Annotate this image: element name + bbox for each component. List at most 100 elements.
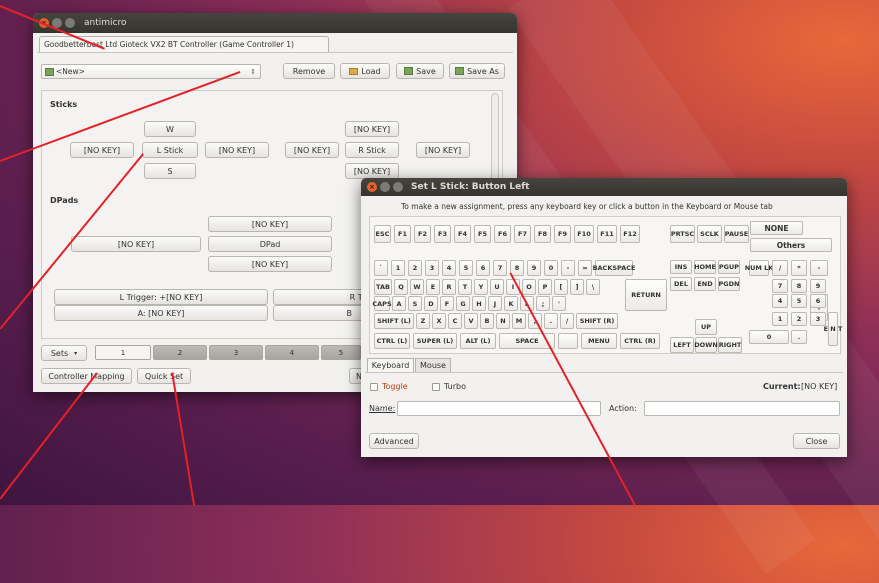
- left-stick-down[interactable]: S: [144, 163, 196, 179]
- key-pause[interactable]: PAUSE: [724, 225, 749, 243]
- numpad-n1[interactable]: 1: [772, 312, 788, 326]
- turbo-checkbox[interactable]: [432, 383, 440, 391]
- key-row3-0[interactable]: TAB: [374, 279, 392, 295]
- save-as-button[interactable]: Save As: [449, 63, 505, 79]
- key-row2-5[interactable]: 5: [459, 260, 473, 276]
- key-ins[interactable]: INS: [670, 260, 692, 274]
- key-row4-11[interactable]: ': [552, 296, 566, 311]
- maximize-icon[interactable]: [65, 18, 75, 28]
- numpad-n7[interactable]: 7: [772, 279, 788, 293]
- a-button[interactable]: A: [NO KEY]: [54, 305, 268, 321]
- key-f7[interactable]: F7: [514, 225, 531, 243]
- key-row2-8[interactable]: 8: [510, 260, 524, 276]
- key-f8[interactable]: F8: [534, 225, 551, 243]
- numpad-n5[interactable]: 5: [791, 294, 807, 308]
- key-end[interactable]: END: [694, 277, 716, 291]
- close-button[interactable]: Close: [793, 433, 840, 449]
- numpad-n8[interactable]: 8: [791, 279, 807, 293]
- tab-mouse[interactable]: Mouse: [415, 358, 451, 372]
- key-f2[interactable]: F2: [414, 225, 431, 243]
- key-row4-4[interactable]: F: [440, 296, 454, 311]
- key-row5-11[interactable]: SHIFT (R): [576, 313, 618, 329]
- key-row6-2[interactable]: ALT (L): [460, 333, 496, 349]
- set-tab-1[interactable]: 1: [95, 345, 151, 360]
- key-left[interactable]: LEFT: [670, 337, 694, 353]
- key-f3[interactable]: F3: [434, 225, 451, 243]
- set-tab-5[interactable]: 5: [321, 345, 361, 360]
- action-input[interactable]: [644, 401, 840, 416]
- left-stick-left[interactable]: [NO KEY]: [70, 142, 134, 158]
- left-stick-right[interactable]: [NO KEY]: [205, 142, 269, 158]
- key-row3-13[interactable]: \: [586, 279, 600, 295]
- numpad-numlk[interactable]: NUM LK: [745, 260, 773, 276]
- key-row4-1[interactable]: A: [392, 296, 406, 311]
- numpad-slash[interactable]: /: [772, 260, 788, 276]
- key-row5-3[interactable]: C: [448, 313, 462, 329]
- key-row2-3[interactable]: 3: [425, 260, 439, 276]
- key-row5-0[interactable]: SHIFT (L): [374, 313, 414, 329]
- key-row4-8[interactable]: K: [504, 296, 518, 311]
- right-stick-left[interactable]: [NO KEY]: [285, 142, 339, 158]
- quick-set-button[interactable]: Quick Set: [137, 368, 191, 384]
- key-f4[interactable]: F4: [454, 225, 471, 243]
- key-right[interactable]: RIGHT: [718, 337, 742, 353]
- right-stick-center[interactable]: R Stick: [345, 142, 399, 158]
- key-home[interactable]: HOME: [694, 260, 716, 274]
- save-button[interactable]: Save: [396, 63, 444, 79]
- key-row4-0[interactable]: CAPS: [372, 296, 392, 311]
- set-tab-2[interactable]: 2: [153, 345, 207, 360]
- key-row5-5[interactable]: B: [480, 313, 494, 329]
- key-row3-3[interactable]: E: [426, 279, 440, 295]
- key-row4-6[interactable]: H: [472, 296, 486, 311]
- dpad-center[interactable]: DPad: [208, 236, 332, 252]
- key-row5-9[interactable]: .: [544, 313, 558, 329]
- key-row3-5[interactable]: T: [458, 279, 472, 295]
- key-row5-7[interactable]: M: [512, 313, 526, 329]
- key-row3-1[interactable]: Q: [394, 279, 408, 295]
- key-row5-6[interactable]: N: [496, 313, 510, 329]
- load-button[interactable]: Load: [340, 63, 390, 79]
- name-input[interactable]: [397, 401, 601, 416]
- key-row6-6[interactable]: CTRL (R): [620, 333, 660, 349]
- minimize-icon[interactable]: [380, 182, 390, 192]
- key-prtsc[interactable]: PRTSC: [670, 225, 695, 243]
- dpad-down[interactable]: [NO KEY]: [208, 256, 332, 272]
- key-down[interactable]: DOWN: [694, 337, 718, 353]
- key-row3-12[interactable]: ]: [570, 279, 584, 295]
- key-row3-11[interactable]: [: [554, 279, 568, 295]
- none-button[interactable]: NONE: [750, 221, 803, 235]
- numpad-n3[interactable]: 3: [810, 312, 826, 326]
- numpad-star[interactable]: *: [791, 260, 807, 276]
- key-row6-0[interactable]: CTRL (L): [374, 333, 410, 349]
- right-stick-up[interactable]: [NO KEY]: [345, 121, 399, 137]
- key-f12[interactable]: F12: [620, 225, 640, 243]
- key-row3-6[interactable]: Y: [474, 279, 488, 295]
- maximize-icon[interactable]: [393, 182, 403, 192]
- others-dropdown[interactable]: Others: [750, 238, 832, 252]
- key-del[interactable]: DEL: [670, 277, 692, 291]
- key-row2-6[interactable]: 6: [476, 260, 490, 276]
- numpad-n2[interactable]: 2: [791, 312, 807, 326]
- set-tab-4[interactable]: 4: [265, 345, 319, 360]
- numpad-n4[interactable]: 4: [772, 294, 788, 308]
- key-row5-2[interactable]: X: [432, 313, 446, 329]
- key-row5-4[interactable]: V: [464, 313, 478, 329]
- right-stick-down[interactable]: [NO KEY]: [345, 163, 399, 179]
- key-pgdn[interactable]: PGDN: [718, 277, 740, 291]
- key-row4-5[interactable]: G: [456, 296, 470, 311]
- key-f6[interactable]: F6: [494, 225, 511, 243]
- right-stick-right[interactable]: [NO KEY]: [416, 142, 470, 158]
- key-row6-5[interactable]: MENU: [581, 333, 617, 349]
- key-row4-10[interactable]: ;: [536, 296, 550, 311]
- numpad-minus[interactable]: -: [810, 260, 828, 276]
- set-tab-3[interactable]: 3: [209, 345, 263, 360]
- key-row2-13[interactable]: BACKSPACE: [593, 260, 635, 276]
- left-stick-center[interactable]: L Stick: [142, 142, 198, 158]
- controller-mapping-button[interactable]: Controller Mapping: [41, 368, 132, 384]
- key-row4-3[interactable]: D: [424, 296, 438, 311]
- key-row2-11[interactable]: -: [561, 260, 575, 276]
- l-trigger-button[interactable]: L Trigger: +[NO KEY]: [54, 289, 268, 305]
- numpad-n6[interactable]: 6: [810, 294, 826, 308]
- left-stick-up[interactable]: W: [144, 121, 196, 137]
- key-row2-7[interactable]: 7: [493, 260, 507, 276]
